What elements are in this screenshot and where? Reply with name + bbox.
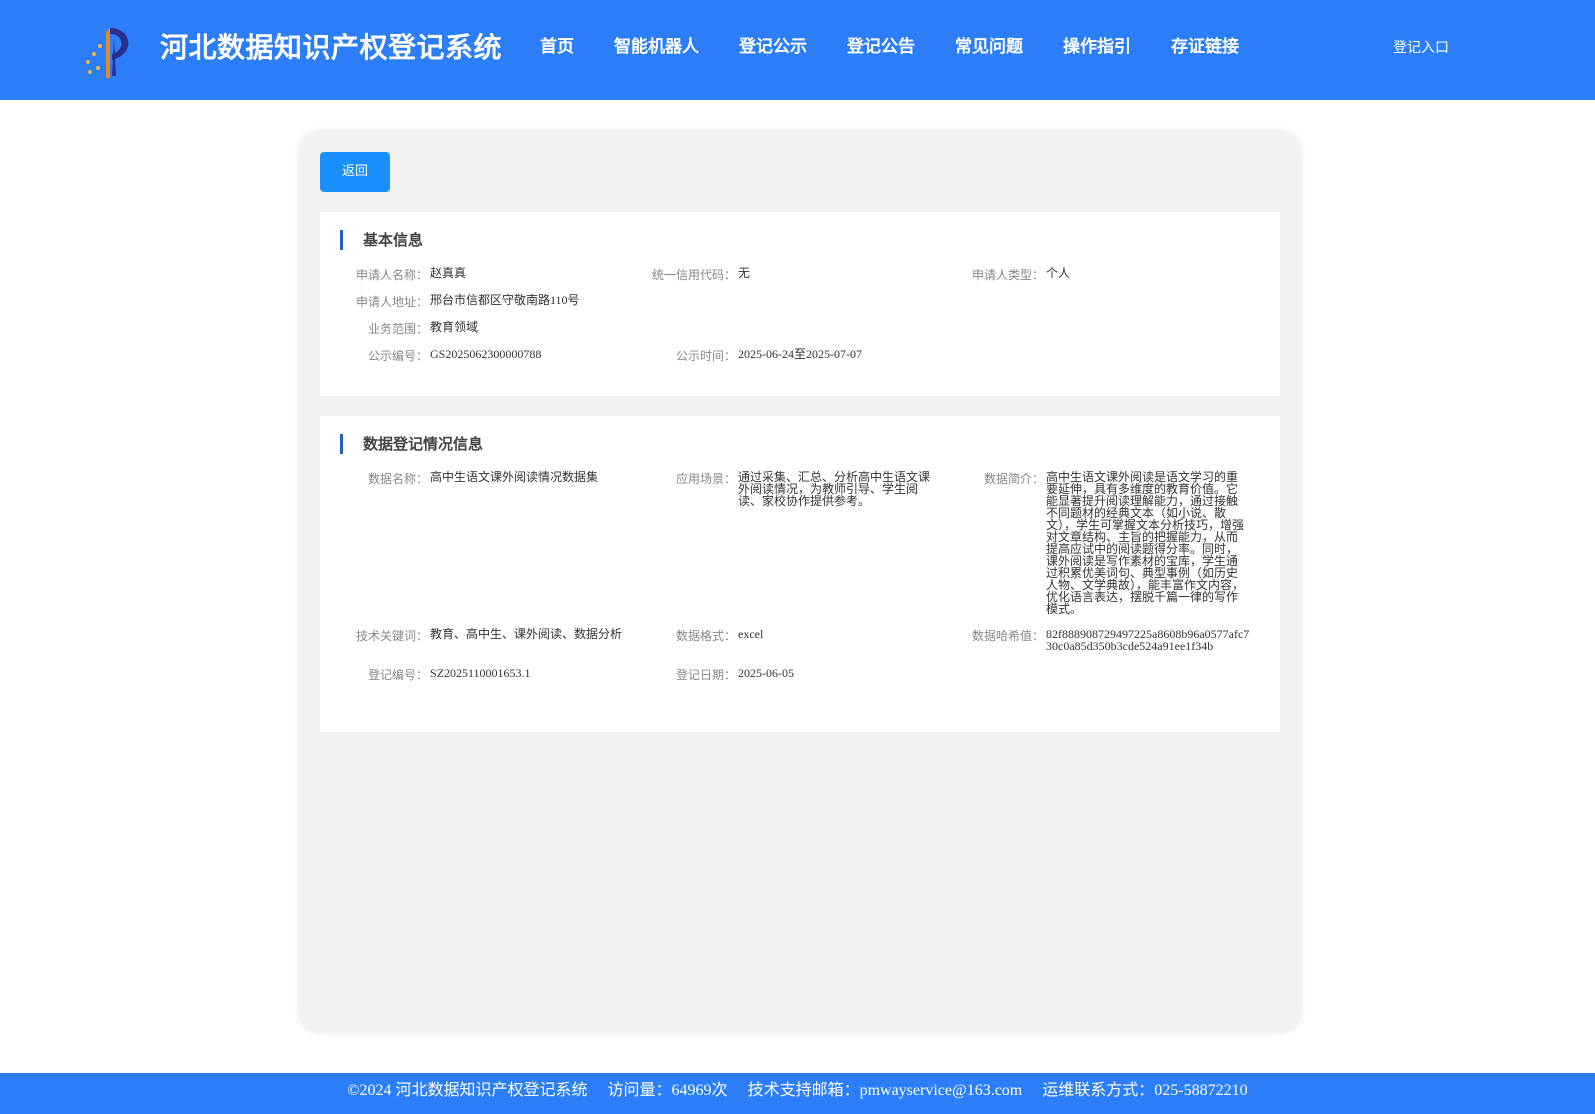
reg-no-value: SZ2025110001653.1 xyxy=(430,666,531,680)
intro-label: 数据简介： xyxy=(983,472,1044,486)
nav-home[interactable]: 首页 xyxy=(540,34,574,64)
section-title: 数据登记情况信息 xyxy=(340,434,483,454)
scenario-label: 应用场景： xyxy=(675,472,736,486)
nav-evidence-link[interactable]: 存证链接 xyxy=(1171,34,1239,64)
nav-guide[interactable]: 操作指引 xyxy=(1063,34,1131,64)
applicant-type-label: 申请人类型： xyxy=(971,268,1044,282)
login-link[interactable]: 登记入口 xyxy=(1393,38,1449,58)
registration-info-section: 数据登记情况信息 数据名称： 高中生语文课外阅读情况数据集 应用场景： 通过采集… xyxy=(320,416,1280,732)
reg-date-value: 2025-06-05 xyxy=(738,666,794,680)
notice-time-label: 公示时间： xyxy=(675,349,736,363)
applicant-type-value: 个人 xyxy=(1046,266,1071,280)
hebei-ip-logo-icon[interactable] xyxy=(80,24,138,80)
section-title: 基本信息 xyxy=(340,230,423,250)
footer-visits: 访问量：64969次 xyxy=(607,1082,728,1099)
format-value: excel xyxy=(738,627,764,641)
top-header: 河北数据知识产权登记系统 首页 智能机器人 登记公示 登记公告 常见问题 操作指… xyxy=(0,0,1595,100)
notice-no-value: GS2025062300000788 xyxy=(430,347,542,361)
reg-date-label: 登记日期： xyxy=(675,668,736,682)
nav-robot[interactable]: 智能机器人 xyxy=(614,34,699,64)
notice-time-value: 2025-06-24至2025-07-07 xyxy=(738,347,862,361)
back-button[interactable]: 返回 xyxy=(320,152,390,192)
format-label: 数据格式： xyxy=(675,629,736,643)
detail-card: 返回 基本信息 申请人名称： 赵真真 统一信用代码： 无 申请人类型： 个人 申… xyxy=(300,132,1300,1032)
hash-value: 82f888908729497225a8608b96a0577afc730c0a… xyxy=(1046,627,1250,653)
applicant-name-label: 申请人名称： xyxy=(355,268,428,282)
credit-code-value: 无 xyxy=(738,266,751,280)
nav-publicity[interactable]: 登记公示 xyxy=(739,34,807,64)
data-name-label: 数据名称： xyxy=(367,472,428,486)
applicant-name-value: 赵真真 xyxy=(430,266,467,280)
data-name-value: 高中生语文课外阅读情况数据集 xyxy=(430,470,599,484)
address-label: 申请人地址： xyxy=(355,295,428,309)
nav-faq[interactable]: 常见问题 xyxy=(955,34,1023,64)
nav-announcement[interactable]: 登记公告 xyxy=(847,34,915,64)
page-footer: ©2024 河北数据知识产权登记系统 访问量：64969次 技术支持邮箱：pmw… xyxy=(0,1073,1595,1114)
footer-ops-contact: 运维联系方式：025-58872210 xyxy=(1042,1082,1248,1099)
footer-copyright: ©2024 河北数据知识产权登记系统 xyxy=(347,1082,588,1099)
hash-label: 数据哈希值： xyxy=(971,629,1044,643)
main-nav: 首页 智能机器人 登记公示 登记公告 常见问题 操作指引 存证链接 xyxy=(540,34,1279,64)
scope-label: 业务范围： xyxy=(367,322,428,336)
scope-value: 教育领域 xyxy=(430,320,479,334)
keywords-value: 教育、高中生、课外阅读、数据分析 xyxy=(430,627,623,641)
intro-value: 高中生语文课外阅读是语文学习的重要延伸，具有多维度的教育价值。它能显著提升阅读理… xyxy=(1046,470,1245,616)
notice-no-label: 公示编号： xyxy=(367,349,428,363)
reg-no-label: 登记编号： xyxy=(367,668,428,682)
basic-info-section: 基本信息 申请人名称： 赵真真 统一信用代码： 无 申请人类型： 个人 申请人地… xyxy=(320,212,1280,396)
keywords-label: 技术关键词： xyxy=(355,629,428,643)
credit-code-label: 统一信用代码： xyxy=(651,268,736,282)
address-value: 邢台市信都区守敬南路110号 xyxy=(430,293,580,307)
footer-support-email: 技术支持邮箱：pmwayservice@163.com xyxy=(747,1082,1023,1099)
site-title: 河北数据知识产权登记系统 xyxy=(160,31,503,64)
scenario-value: 通过采集、汇总、分析高中生语文课外阅读情况，为教师引导、学生阅读、家校协作提供参… xyxy=(738,470,931,508)
